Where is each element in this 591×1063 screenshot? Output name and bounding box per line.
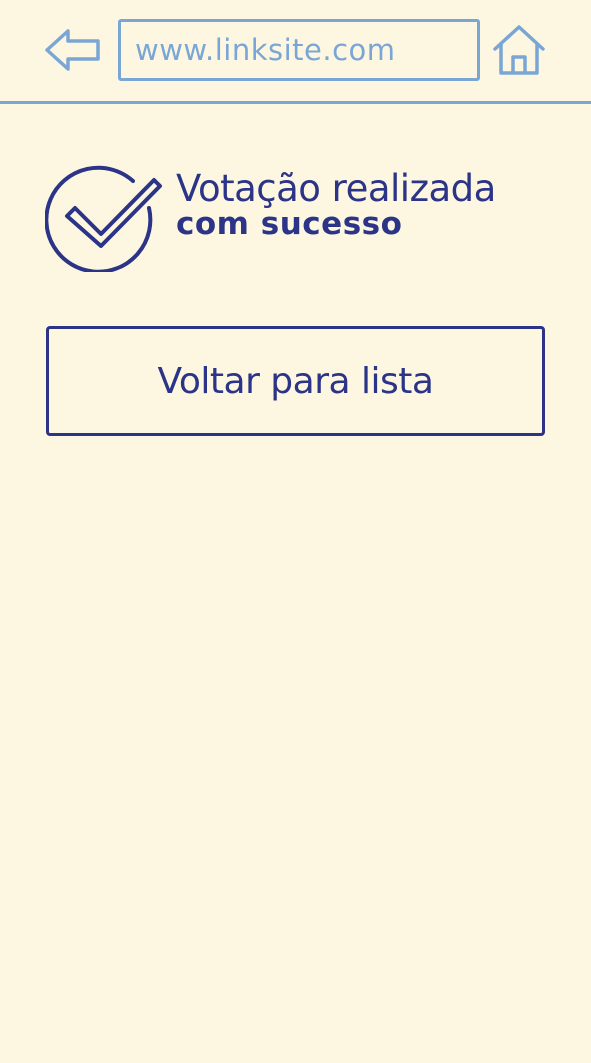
browser-bar <box>0 0 591 102</box>
back-to-list-button[interactable]: Voltar para lista <box>46 326 545 436</box>
home-icon <box>493 25 545 75</box>
success-message: Votação realizada com sucesso <box>176 170 496 240</box>
success-message-line2: com sucesso <box>176 206 403 242</box>
back-arrow-icon <box>45 29 100 71</box>
back-button[interactable] <box>44 26 102 74</box>
url-input[interactable] <box>121 22 477 78</box>
success-message-line1: Votação realizada <box>176 167 496 210</box>
header-divider <box>0 101 591 104</box>
home-button[interactable] <box>492 24 546 76</box>
address-bar[interactable] <box>118 19 480 81</box>
check-circle-icon <box>44 160 167 274</box>
